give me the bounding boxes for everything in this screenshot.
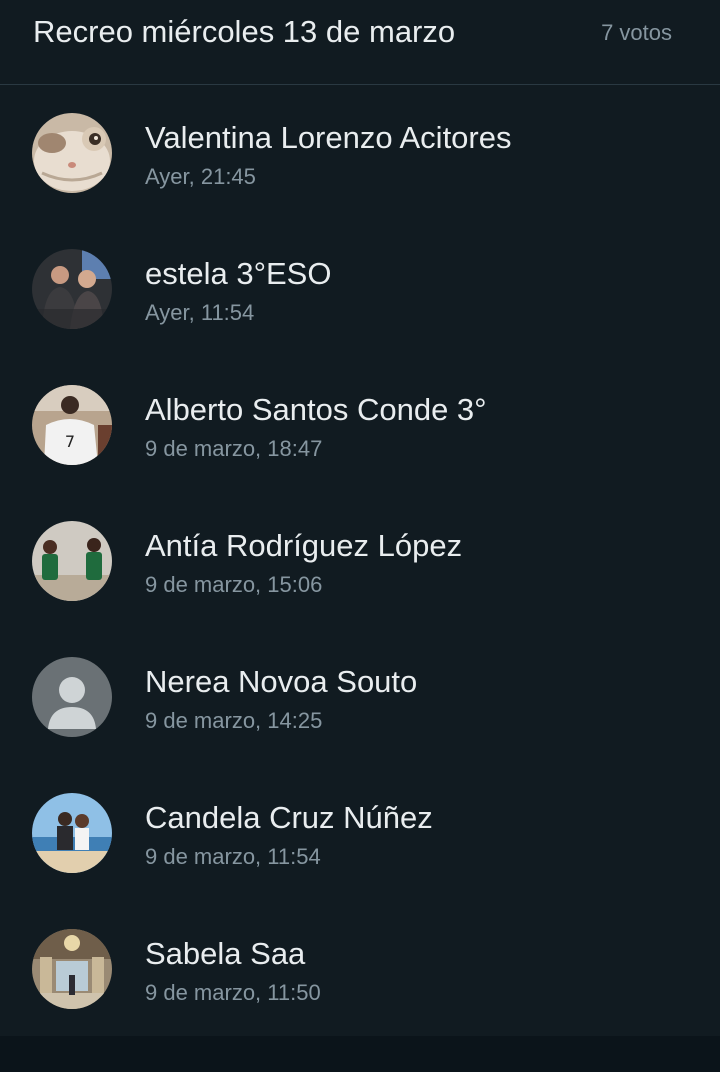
voter-name: Valentina Lorenzo Acitores	[145, 120, 512, 155]
voter-name: Sabela Saa	[145, 936, 306, 971]
voter-item[interactable]: estela 3°ESO Ayer, 11:54	[0, 221, 720, 357]
voter-name: Alberto Santos Conde 3°	[145, 392, 487, 427]
voter-name: Candela Cruz Núñez	[145, 800, 433, 835]
cat-photo-avatar[interactable]	[32, 113, 112, 193]
voter-item[interactable]: Candela Cruz Núñez 9 de marzo, 11:54	[0, 765, 720, 901]
poll-option-header: Recreo miércoles 13 de marzo 7 votos	[0, 0, 720, 85]
vote-time: 9 de marzo, 14:25	[145, 708, 323, 733]
voter-item[interactable]: Nerea Novoa Souto 9 de marzo, 14:25	[0, 629, 720, 765]
voter-list: Valentina Lorenzo Acitores Ayer, 21:45 e…	[0, 85, 720, 1037]
vote-time: Ayer, 21:45	[145, 164, 256, 189]
poll-option-title: Recreo miércoles 13 de marzo	[33, 14, 456, 49]
jersey-photo-avatar[interactable]: 7	[32, 385, 112, 465]
voter-item[interactable]: 7 Alberto Santos Conde 3° 9 de marzo, 18…	[0, 357, 720, 493]
voter-item[interactable]: Sabela Saa 9 de marzo, 11:50	[0, 901, 720, 1037]
voter-name: estela 3°ESO	[145, 256, 332, 291]
voter-name: Antía Rodríguez López	[145, 528, 463, 563]
vote-time: 9 de marzo, 11:54	[145, 844, 321, 869]
basketball-players-photo-avatar[interactable]	[32, 521, 112, 601]
vote-time: 9 de marzo, 11:50	[145, 980, 321, 1005]
friends-photo-avatar[interactable]	[32, 249, 112, 329]
voter-item[interactable]: Antía Rodríguez López 9 de marzo, 15:06	[0, 493, 720, 629]
default-person-icon[interactable]	[32, 657, 112, 737]
poll-voters-panel: Recreo miércoles 13 de marzo 7 votos Val…	[0, 0, 720, 1036]
svg-text:7: 7	[65, 432, 75, 451]
vote-count: 7 votos	[601, 20, 672, 45]
vote-time: 9 de marzo, 15:06	[145, 572, 323, 597]
bottom-bar	[0, 1036, 720, 1072]
palace-hall-photo-avatar[interactable]	[32, 929, 112, 1009]
couple-beach-photo-avatar[interactable]	[32, 793, 112, 873]
voter-name: Nerea Novoa Souto	[145, 664, 418, 699]
vote-time: 9 de marzo, 18:47	[145, 436, 323, 461]
voter-item[interactable]: Valentina Lorenzo Acitores Ayer, 21:45	[0, 85, 720, 221]
vote-time: Ayer, 11:54	[145, 300, 255, 325]
